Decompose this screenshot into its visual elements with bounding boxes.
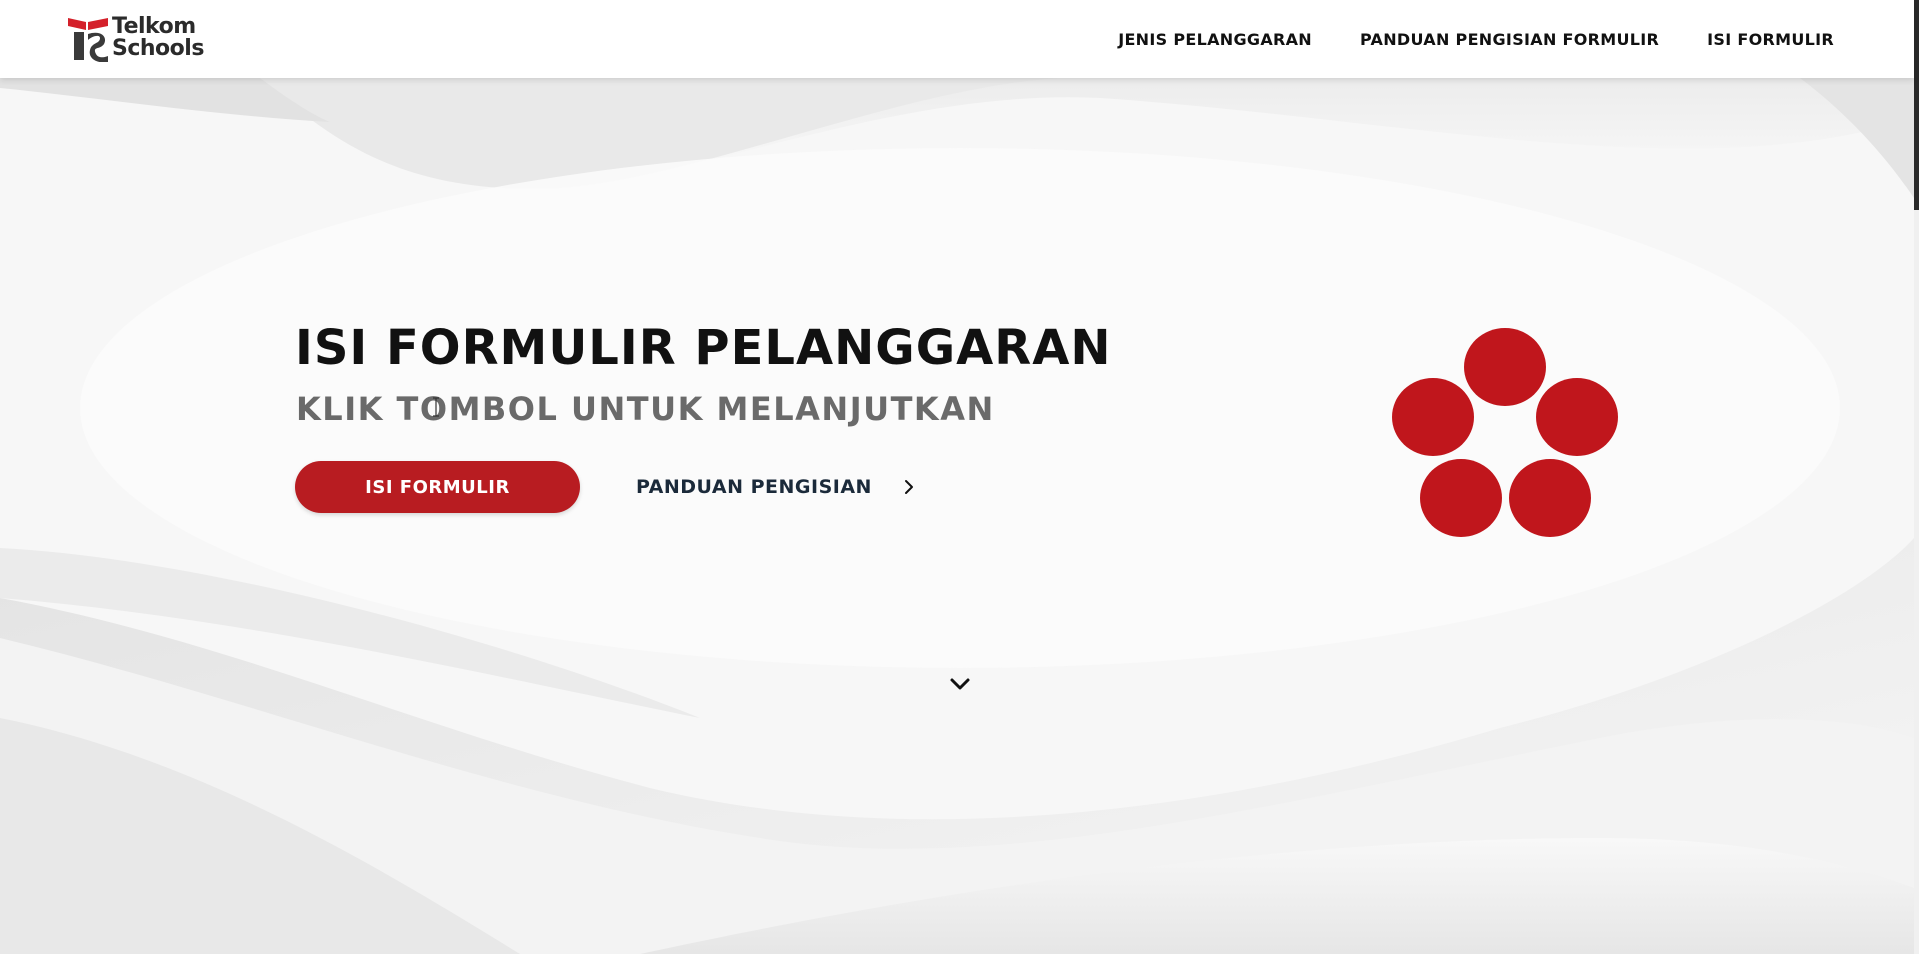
nav-item-jenis-pelanggaran[interactable]: JENIS PELANGGARAN (1118, 30, 1312, 49)
spinner-dots-icon (1392, 328, 1618, 537)
main-nav: JENIS PELANGGARAN PANDUAN PENGISIAN FORM… (1118, 0, 1834, 78)
spinner-dot (1509, 459, 1591, 537)
panduan-pengisian-link[interactable]: PANDUAN PENGISIAN (636, 461, 916, 513)
chevron-right-icon (904, 480, 913, 494)
hero-background (0, 78, 1914, 954)
logo-text-line1: Telkom (112, 14, 196, 39)
isi-formulir-button[interactable]: ISI FORMULIR (295, 461, 580, 513)
site-header: Telkom Schools JENIS PELANGGARAN PANDUAN… (0, 0, 1914, 78)
hero-subtitle: KLIK TOMBOL UNTUK MELANJUTKAN (296, 390, 995, 428)
text-cursor-icon (433, 397, 439, 417)
spinner-dot (1392, 378, 1474, 456)
telkom-schools-logo[interactable]: Telkom Schools (66, 16, 206, 62)
chevron-down-icon[interactable] (946, 674, 974, 694)
nav-item-panduan-pengisian-formulir[interactable]: PANDUAN PENGISIAN FORMULIR (1360, 30, 1659, 49)
spinner-dot (1420, 459, 1502, 537)
logo-mark-icon (68, 18, 108, 62)
nav-item-isi-formulir[interactable]: ISI FORMULIR (1707, 30, 1834, 49)
spinner-dot (1464, 328, 1546, 406)
panduan-pengisian-label: PANDUAN PENGISIAN (636, 476, 872, 498)
page: Telkom Schools JENIS PELANGGARAN PANDUAN… (0, 0, 1919, 954)
logo-text-line2: Schools (112, 36, 204, 61)
hero-title: ISI FORMULIR PELANGGARAN (295, 320, 1112, 376)
spinner-dot (1536, 378, 1618, 456)
scrollbar-thumb[interactable] (1914, 0, 1919, 210)
